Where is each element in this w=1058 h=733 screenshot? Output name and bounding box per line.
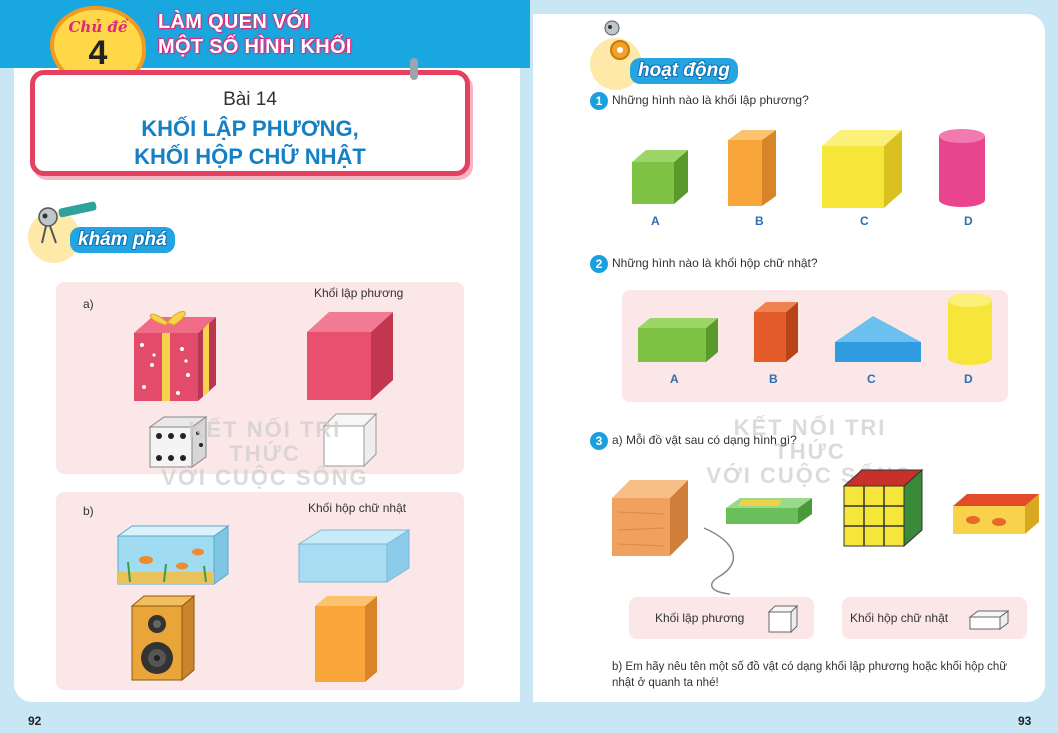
q2-green-box	[638, 318, 718, 362]
answer-box-cuboid[interactable]: Khối hộp chữ nhật	[842, 597, 1027, 639]
topic-title-line2: MỘT SỐ HÌNH KHỐI	[158, 36, 352, 58]
q2-red-box	[754, 302, 798, 362]
lesson-title-line1: KHỐI LẬP PHƯƠNG,	[141, 116, 359, 141]
q3-cake-box	[726, 498, 812, 524]
activity-label: hoạt động	[630, 58, 738, 84]
question-1-number: 1	[590, 92, 608, 110]
question-1-text: Những hình nào là khối lập phương?	[612, 93, 809, 108]
lesson-card: Bài 14 KHỐI LẬP PHƯƠNG, KHỐI HỘP CHỮ NHẬ…	[30, 70, 470, 176]
topic-title-line1: LÀM QUEN VỚI	[158, 11, 310, 33]
small-cuboid-icon	[968, 610, 1010, 630]
panel-b-caption: Khối hộp chữ nhật	[308, 501, 407, 515]
q3-rubiks-cube	[842, 468, 924, 548]
question-2: 2 Những hình nào là khối hộp chữ nhật?	[590, 255, 818, 273]
lesson-number: Bài 14	[223, 89, 277, 110]
q3-red-box	[953, 494, 1039, 534]
q2-letter-a: A	[670, 372, 679, 386]
pink-cube-image	[307, 312, 393, 400]
answer-cube-label: Khối lập phương	[655, 611, 745, 625]
q2-yellow-cylinder	[948, 293, 992, 365]
lesson-title-line2: KHỐI HỘP CHỮ NHẬT	[134, 144, 366, 169]
explore-panel-b: b) Khối hộp chữ nhật	[56, 492, 464, 690]
question-3-number: 3	[590, 432, 608, 450]
aquarium-image	[116, 525, 230, 585]
question-1: 1 Những hình nào là khối lập phương?	[590, 92, 809, 110]
q1-letter-b: B	[755, 214, 764, 228]
explore-label: khám phá	[70, 227, 175, 253]
speaker-image	[130, 594, 196, 682]
q1-pink-cylinder	[939, 129, 985, 207]
q3-connector-line	[703, 527, 735, 595]
topic-title: LÀM QUEN VỚI MỘT SỐ HÌNH KHỐI	[158, 10, 352, 60]
question-3b-text: b) Em hãy nêu tên một số đồ vật có dạng …	[612, 661, 1008, 689]
lesson-title: KHỐI LẬP PHƯƠNG, KHỐI HỘP CHỮ NHẬT	[35, 115, 465, 171]
q3-wood-cube	[612, 480, 688, 556]
page-number-right: 93	[1018, 714, 1032, 728]
q1-green-cube	[632, 150, 688, 204]
outline-cube-image	[322, 412, 378, 468]
panel-a-label: a)	[83, 297, 94, 311]
question-3a-text: a) Mỗi đồ vật sau có dạng hình gì?	[612, 433, 797, 448]
q1-letter-d: D	[964, 214, 973, 228]
answer-box-cube[interactable]: Khối lập phương	[629, 597, 814, 639]
topic-badge-number: 4	[88, 34, 108, 72]
gift-box-image	[134, 311, 216, 401]
gear-robot-icon	[604, 20, 630, 60]
q2-blue-prism	[835, 316, 921, 362]
small-cube-icon	[767, 604, 799, 634]
question-3: 3 a) Mỗi đồ vật sau có dạng hình gì?	[590, 432, 797, 450]
panel-a-caption: Khối lập phương	[314, 286, 404, 300]
page-number-left: 92	[28, 714, 42, 728]
explore-header: khám phá	[28, 201, 188, 265]
q2-letter-b: B	[769, 372, 778, 386]
explore-panel-a: a) Khối lập phương	[56, 282, 464, 474]
blue-box-image	[297, 529, 411, 583]
dice-image	[148, 416, 208, 468]
q1-orange-box	[728, 130, 776, 206]
activity-header: hoạt động	[590, 18, 760, 90]
q1-yellow-cube	[822, 130, 902, 208]
answer-cuboid-label: Khối hộp chữ nhật	[850, 611, 949, 625]
topic-banner: Chủ đề 4 LÀM QUEN VỚI MỘT SỐ HÌNH KHỐI	[0, 0, 530, 88]
q1-letter-a: A	[651, 214, 660, 228]
question-2-text: Những hình nào là khối hộp chữ nhật?	[612, 256, 818, 271]
q2-letter-c: C	[867, 372, 876, 386]
q1-letter-c: C	[860, 214, 869, 228]
question-2-number: 2	[590, 255, 608, 273]
paper-clip-icon	[410, 58, 418, 80]
panel-b-label: b)	[83, 504, 94, 518]
q2-letter-d: D	[964, 372, 973, 386]
orange-box-image	[315, 596, 377, 682]
